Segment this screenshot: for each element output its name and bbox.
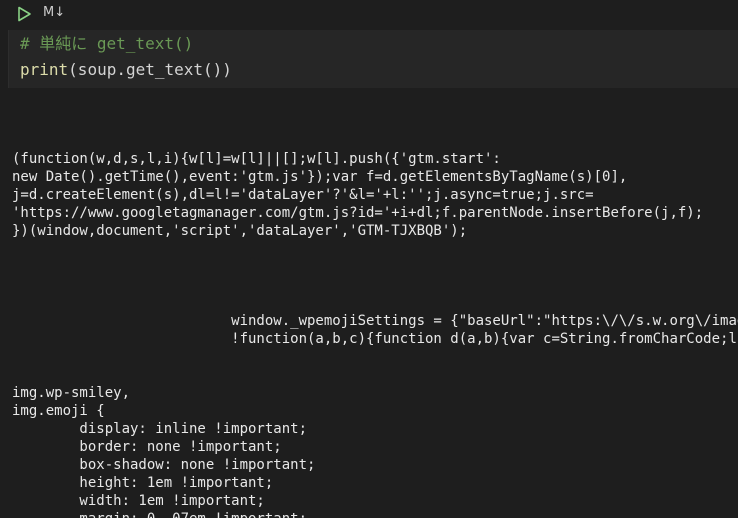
output-line: display: inline !important; [12, 421, 308, 437]
output-line: height: 1em !important; [12, 475, 274, 491]
output-line: box-shadow: none !important; [12, 457, 316, 473]
output-line: img.emoji { [12, 403, 105, 419]
output-line: !function(a,b,c){function d(a,b){var c=S… [12, 331, 737, 347]
run-cell-icon[interactable] [16, 6, 32, 22]
output-line: width: 1em !important; [12, 493, 265, 509]
code-cell-editor[interactable]: # 単純に get_text() print(soup.get_text()) [8, 30, 738, 88]
code-line-1: # 単純に get_text() [20, 34, 193, 54]
code-print-args: (soup.get_text()) [68, 60, 232, 79]
cell-output: (function(w,d,s,l,i){w[l]=w[l]||[];w[l].… [12, 150, 738, 518]
cell-language-toggle[interactable]: M↓ [43, 5, 65, 20]
output-line: (function(w,d,s,l,i){w[l]=w[l]||[];w[l].… [12, 151, 501, 167]
output-line: img.wp-smiley, [12, 385, 131, 401]
output-line: j=d.createElement(s),dl=l!='dataLayer'?'… [12, 187, 594, 203]
code-line-2: print(soup.get_text()) [20, 60, 232, 80]
code-comment: # 単純に get_text() [20, 34, 194, 53]
cell-toolbar: M↓ [0, 0, 738, 28]
output-line: })(window,document,'script','dataLayer',… [12, 223, 468, 239]
output-line: new Date().getTime(),event:'gtm.js'});va… [12, 169, 628, 185]
output-line: border: none !important; [12, 439, 282, 455]
output-line: 'https://www.googletagmanager.com/gtm.js… [12, 205, 704, 221]
code-print-keyword: print [20, 60, 69, 79]
output-line: margin: 0 .07em !important; [12, 510, 307, 518]
output-line: window._wpemojiSettings = {"baseUrl":"ht… [231, 313, 738, 329]
